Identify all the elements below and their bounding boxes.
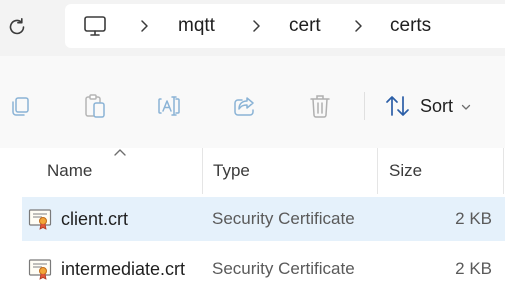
file-size: 2 KB — [455, 259, 492, 278]
chevron-right-icon[interactable] — [138, 19, 150, 33]
file-name[interactable]: intermediate.crt — [61, 259, 185, 279]
chevron-right-icon[interactable] — [352, 19, 364, 33]
column-resize-handle[interactable] — [503, 148, 504, 194]
sort-button[interactable]: Sort — [384, 92, 471, 120]
column-header-size[interactable]: Size — [389, 161, 422, 181]
paste-button[interactable] — [81, 92, 109, 120]
rename-icon — [158, 96, 180, 116]
refresh-button[interactable] — [4, 14, 30, 40]
breadcrumb-item-cert[interactable]: cert — [289, 16, 321, 36]
breadcrumb-item-mqtt[interactable]: mqtt — [178, 16, 215, 36]
share-icon — [234, 97, 254, 116]
column-header-name[interactable]: Name — [47, 161, 92, 181]
chevron-right-icon[interactable] — [250, 19, 262, 33]
delete-icon — [310, 95, 330, 118]
address-bar-row: mqtt cert certs — [0, 0, 505, 56]
rename-button[interactable] — [156, 92, 184, 120]
file-size: 2 KB — [455, 209, 492, 228]
sort-icon — [386, 96, 409, 116]
copy-icon — [12, 97, 29, 116]
command-bar-divider — [364, 92, 365, 120]
breadcrumb-item-certs[interactable]: certs — [390, 16, 431, 36]
share-button[interactable] — [231, 92, 259, 120]
sort-label: Sort — [420, 95, 454, 116]
sort-ascending-caret-icon — [114, 149, 126, 156]
refresh-icon — [9, 18, 25, 35]
column-resize-handle[interactable] — [377, 148, 378, 194]
column-header-type[interactable]: Type — [213, 161, 250, 181]
column-resize-handle[interactable] — [202, 148, 203, 194]
certificate-icon — [28, 209, 52, 230]
delete-button[interactable] — [306, 92, 334, 120]
certificate-icon — [28, 259, 52, 280]
breadcrumb[interactable]: mqtt cert certs — [65, 4, 505, 48]
file-name[interactable]: client.crt — [61, 209, 128, 229]
file-type: Security Certificate — [212, 259, 355, 278]
computer-icon[interactable] — [83, 15, 107, 37]
column-header-row: Name Type Size — [0, 148, 505, 194]
file-type: Security Certificate — [212, 209, 355, 228]
command-bar: Sort — [0, 56, 505, 148]
file-row-client-crt[interactable]: client.crt Security Certificate 2 KB — [22, 197, 505, 241]
file-row-intermediate-crt[interactable]: intermediate.crt Security Certificate 2 … — [22, 247, 505, 291]
copy-button[interactable] — [6, 92, 34, 120]
chevron-down-icon — [461, 104, 471, 110]
paste-icon — [85, 94, 105, 118]
